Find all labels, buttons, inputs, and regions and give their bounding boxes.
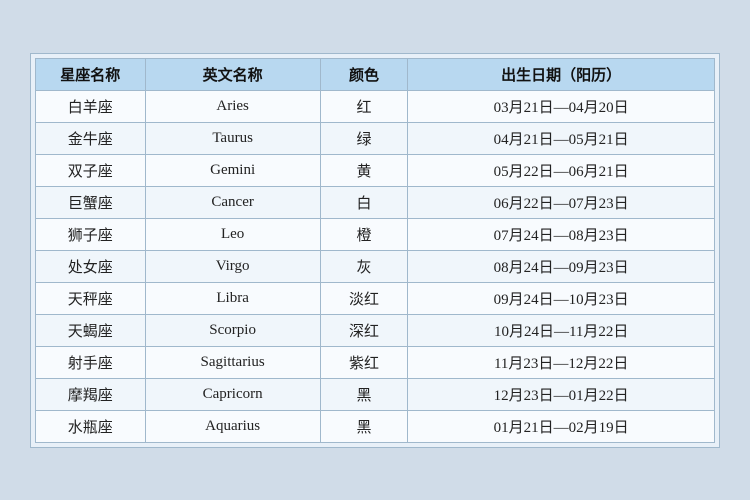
cell-date: 11月23日—12月22日: [408, 346, 715, 378]
cell-en: Leo: [145, 218, 320, 250]
cell-en: Aries: [145, 90, 320, 122]
cell-date: 05月22日—06月21日: [408, 154, 715, 186]
cell-cn: 金牛座: [36, 122, 146, 154]
cell-cn: 天蝎座: [36, 314, 146, 346]
header-cn: 星座名称: [36, 58, 146, 90]
header-date: 出生日期（阳历）: [408, 58, 715, 90]
cell-color: 黄: [320, 154, 408, 186]
table-row: 处女座Virgo灰08月24日—09月23日: [36, 250, 715, 282]
table-row: 天蝎座Scorpio深红10月24日—11月22日: [36, 314, 715, 346]
cell-color: 白: [320, 186, 408, 218]
table-row: 白羊座Aries红03月21日—04月20日: [36, 90, 715, 122]
table-row: 双子座Gemini黄05月22日—06月21日: [36, 154, 715, 186]
table-row: 水瓶座Aquarius黑01月21日—02月19日: [36, 410, 715, 442]
cell-en: Scorpio: [145, 314, 320, 346]
cell-color: 橙: [320, 218, 408, 250]
cell-cn: 摩羯座: [36, 378, 146, 410]
cell-date: 07月24日—08月23日: [408, 218, 715, 250]
cell-date: 01月21日—02月19日: [408, 410, 715, 442]
cell-date: 03月21日—04月20日: [408, 90, 715, 122]
cell-cn: 狮子座: [36, 218, 146, 250]
cell-color: 淡红: [320, 282, 408, 314]
table-row: 巨蟹座Cancer白06月22日—07月23日: [36, 186, 715, 218]
table-header-row: 星座名称 英文名称 颜色 出生日期（阳历）: [36, 58, 715, 90]
cell-color: 紫红: [320, 346, 408, 378]
table-row: 射手座Sagittarius紫红11月23日—12月22日: [36, 346, 715, 378]
cell-en: Gemini: [145, 154, 320, 186]
table-row: 摩羯座Capricorn黑12月23日—01月22日: [36, 378, 715, 410]
cell-color: 黑: [320, 410, 408, 442]
cell-en: Virgo: [145, 250, 320, 282]
cell-color: 深红: [320, 314, 408, 346]
cell-date: 04月21日—05月21日: [408, 122, 715, 154]
header-color: 颜色: [320, 58, 408, 90]
header-en: 英文名称: [145, 58, 320, 90]
table-row: 天秤座Libra淡红09月24日—10月23日: [36, 282, 715, 314]
cell-en: Libra: [145, 282, 320, 314]
cell-cn: 双子座: [36, 154, 146, 186]
table-row: 金牛座Taurus绿04月21日—05月21日: [36, 122, 715, 154]
zodiac-table: 星座名称 英文名称 颜色 出生日期（阳历） 白羊座Aries红03月21日—04…: [35, 58, 715, 443]
table-row: 狮子座Leo橙07月24日—08月23日: [36, 218, 715, 250]
cell-color: 黑: [320, 378, 408, 410]
cell-cn: 水瓶座: [36, 410, 146, 442]
cell-date: 06月22日—07月23日: [408, 186, 715, 218]
cell-en: Sagittarius: [145, 346, 320, 378]
cell-cn: 白羊座: [36, 90, 146, 122]
cell-en: Aquarius: [145, 410, 320, 442]
cell-color: 绿: [320, 122, 408, 154]
cell-date: 12月23日—01月22日: [408, 378, 715, 410]
cell-color: 红: [320, 90, 408, 122]
cell-cn: 巨蟹座: [36, 186, 146, 218]
cell-en: Taurus: [145, 122, 320, 154]
zodiac-table-container: 星座名称 英文名称 颜色 出生日期（阳历） 白羊座Aries红03月21日—04…: [30, 53, 720, 448]
cell-cn: 射手座: [36, 346, 146, 378]
cell-color: 灰: [320, 250, 408, 282]
cell-cn: 天秤座: [36, 282, 146, 314]
cell-date: 09月24日—10月23日: [408, 282, 715, 314]
cell-date: 10月24日—11月22日: [408, 314, 715, 346]
cell-date: 08月24日—09月23日: [408, 250, 715, 282]
cell-cn: 处女座: [36, 250, 146, 282]
cell-en: Capricorn: [145, 378, 320, 410]
cell-en: Cancer: [145, 186, 320, 218]
